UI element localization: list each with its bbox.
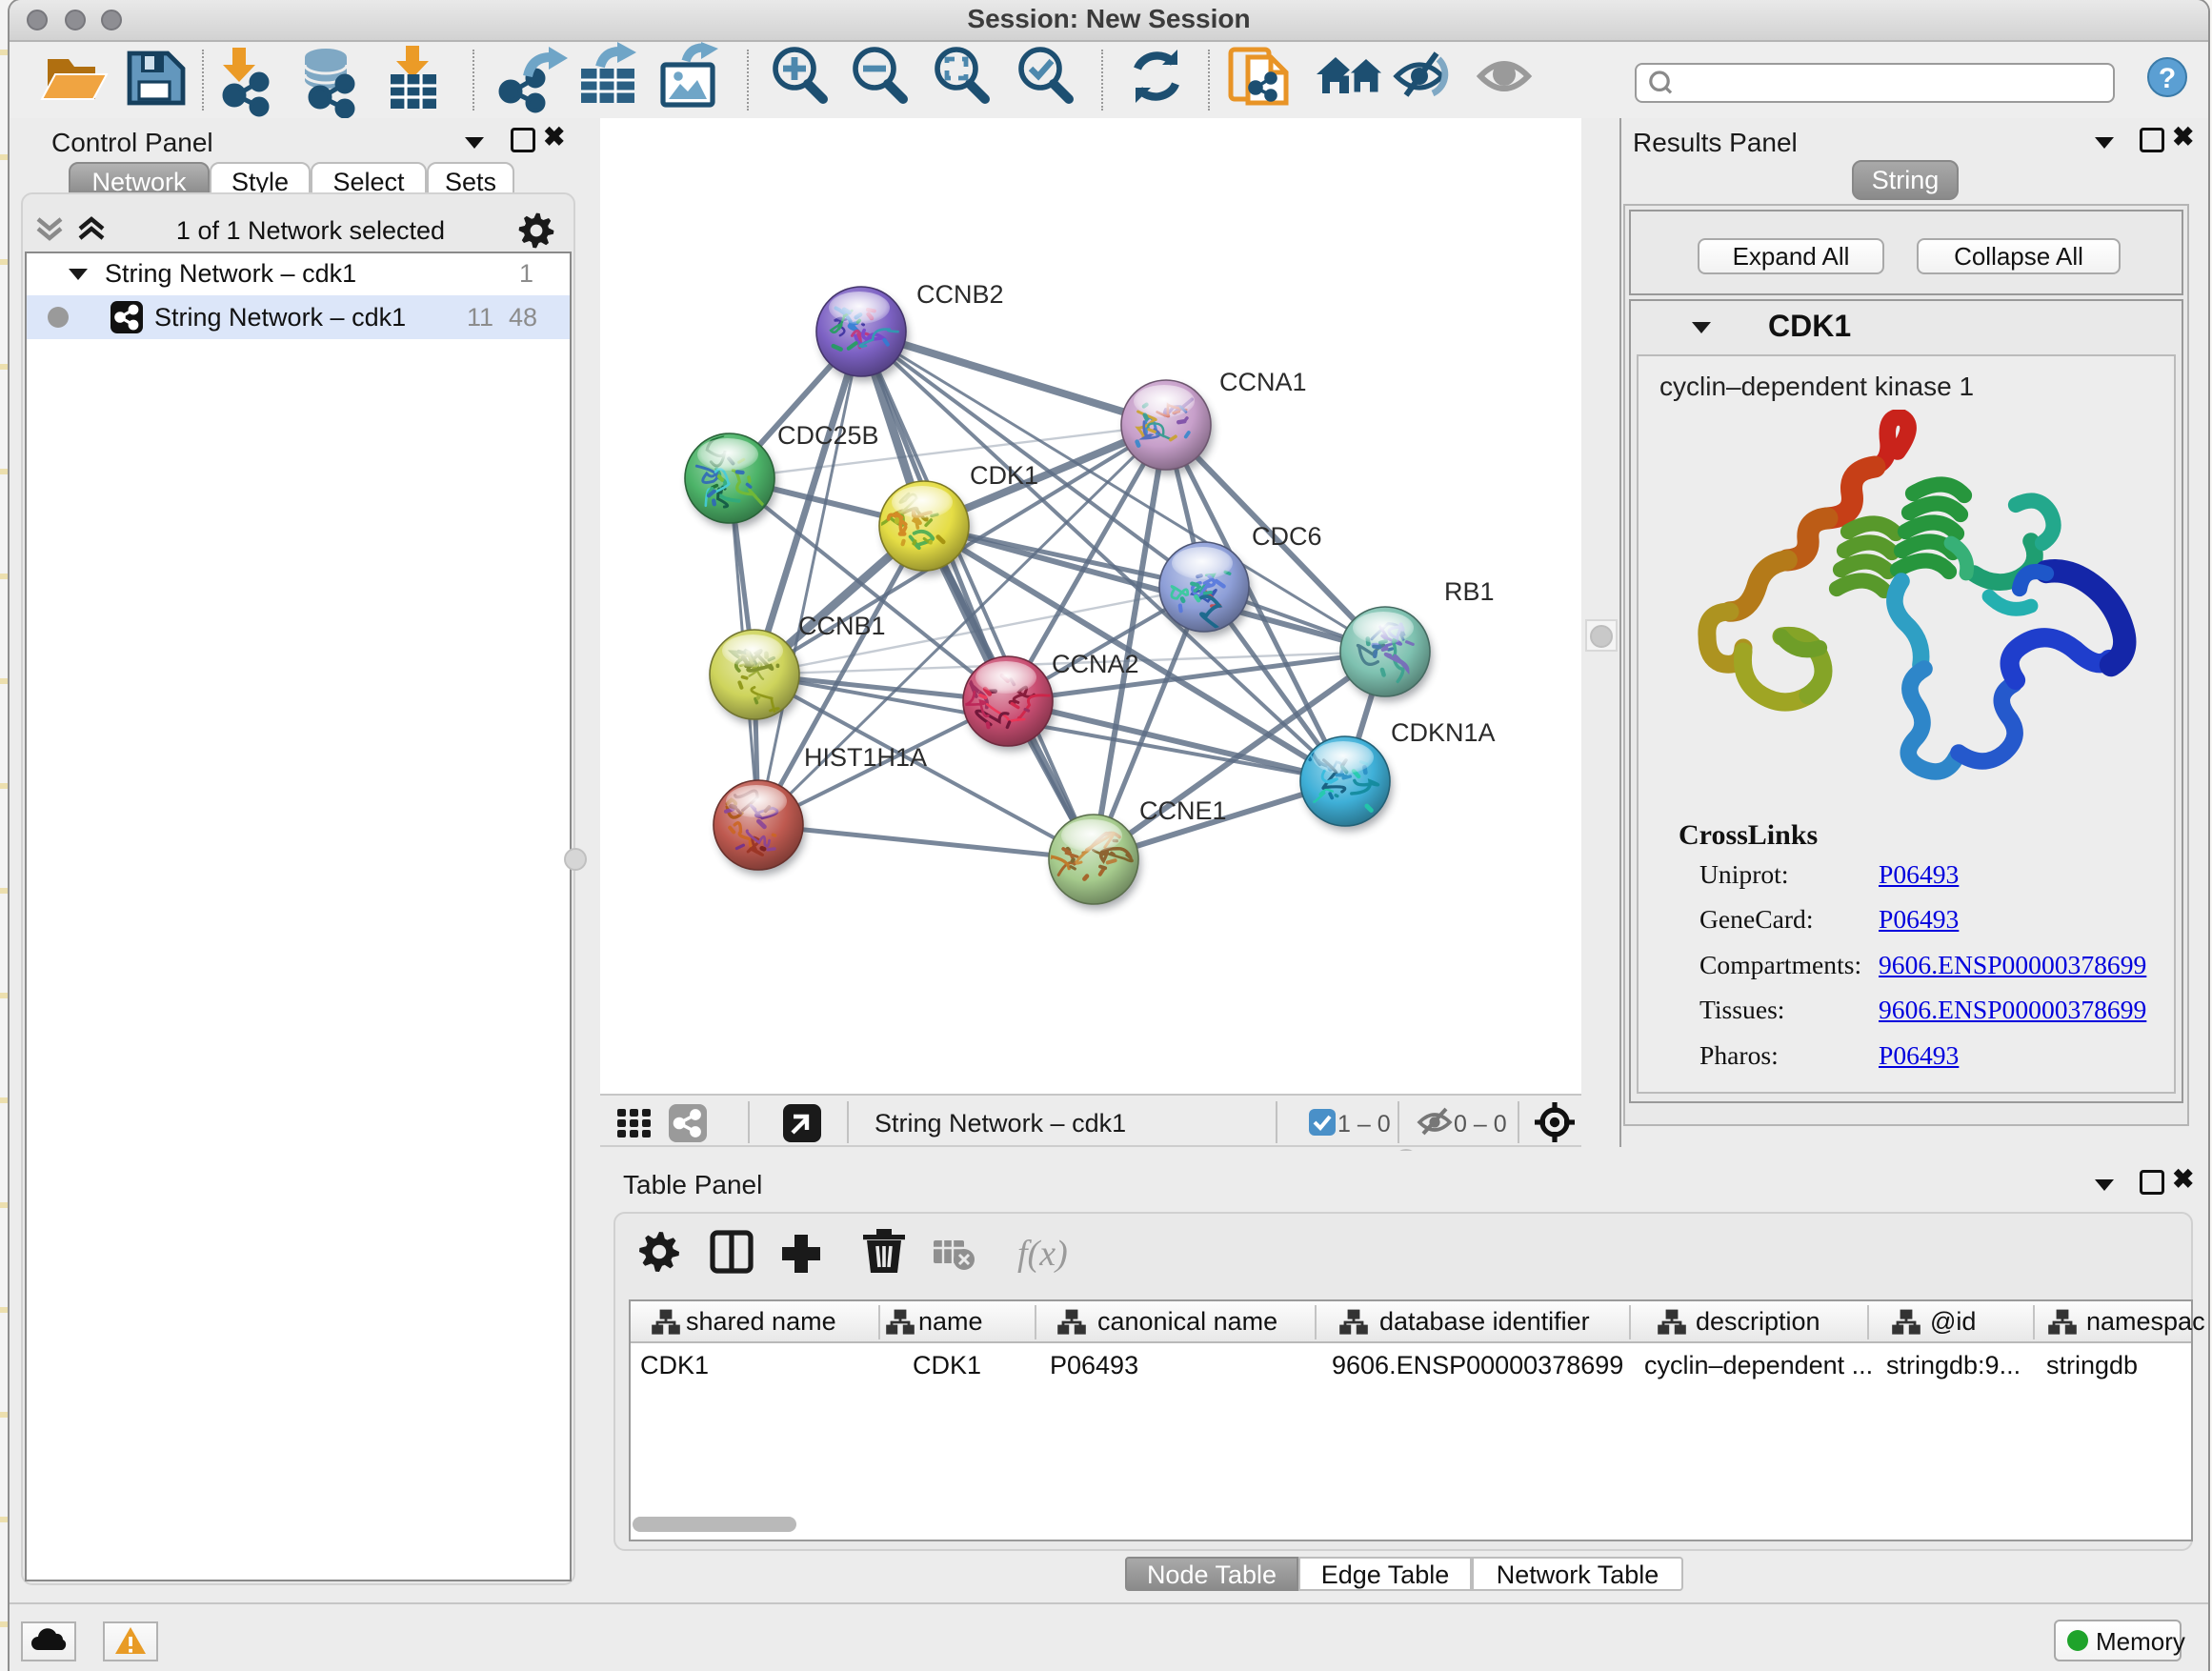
svg-text:HIST1H1A: HIST1H1A — [804, 743, 927, 772]
svg-text:CDK1: CDK1 — [970, 461, 1038, 490]
svg-text:CCNA1: CCNA1 — [1219, 368, 1307, 396]
svg-text:f(x): f(x) — [1017, 1234, 1068, 1274]
svg-text:CCNB1: CCNB1 — [798, 612, 886, 640]
svg-text:1 – 0: 1 – 0 — [1337, 1111, 1391, 1137]
svg-text:String Network – cdk1: String Network – cdk1 — [875, 1109, 1126, 1137]
svg-text:0 – 0: 0 – 0 — [1454, 1111, 1507, 1137]
svg-text:CCNE1: CCNE1 — [1139, 796, 1227, 825]
svg-text:CDKN1A: CDKN1A — [1391, 718, 1496, 747]
svg-text:RB1: RB1 — [1444, 577, 1495, 606]
svg-text:CCNB2: CCNB2 — [916, 280, 1004, 309]
svg-text:1 of 1 Network selected: 1 of 1 Network selected — [176, 216, 445, 245]
svg-text:CDC6: CDC6 — [1252, 522, 1322, 551]
svg-text:CDC25B: CDC25B — [777, 421, 879, 450]
svg-text:CCNA2: CCNA2 — [1052, 650, 1139, 678]
